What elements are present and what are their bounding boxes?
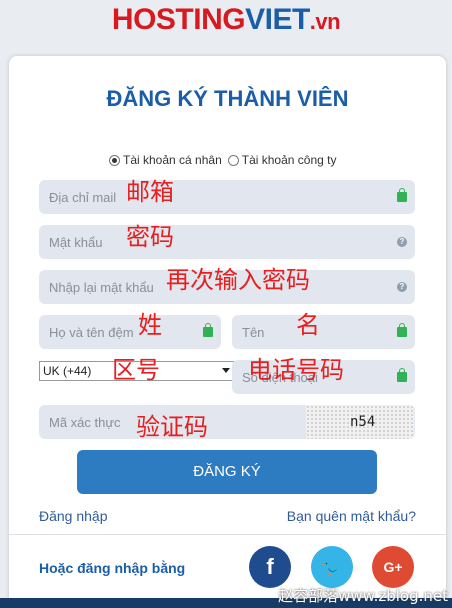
annotation-area-code: 区号: [112, 356, 160, 384]
password-placeholder: Mật khẩu: [49, 235, 103, 250]
logo-viet: VIET: [245, 3, 310, 36]
radio-personal-dot[interactable]: [109, 154, 120, 166]
register-button[interactable]: ĐĂNG KÝ: [77, 450, 377, 494]
confirm-password-placeholder: Nhập lại mật khẩu: [49, 280, 154, 295]
password-field[interactable]: Mật khẩu ?: [39, 225, 415, 259]
lock-icon: [397, 368, 407, 382]
facebook-icon: f: [266, 554, 274, 579]
country-code-value: UK (+44): [43, 364, 92, 378]
annotation-phone: 电话号码: [248, 356, 344, 384]
annotation-name: 名: [296, 311, 320, 339]
google-plus-button[interactable]: G+: [372, 546, 414, 588]
help-icon: ?: [397, 282, 407, 292]
social-login-label: Hoặc đăng nhập bằng: [39, 560, 186, 576]
annotation-surname: 姓: [138, 311, 162, 339]
chevron-down-icon: [222, 368, 230, 373]
page-title: ĐĂNG KÝ THÀNH VIÊN: [106, 86, 349, 111]
logo-hosting: HOSTING: [111, 3, 246, 36]
annotation-confirm: 再次输入密码: [166, 266, 310, 294]
captcha-code: n54: [350, 414, 376, 430]
lock-icon: [397, 188, 407, 202]
google-plus-icon: G+: [383, 559, 403, 575]
facebook-button[interactable]: f: [249, 546, 291, 588]
first-name-placeholder: Tên: [242, 325, 265, 340]
radio-company-dot[interactable]: [227, 154, 239, 166]
radio-company-label: Tài khoản công ty: [241, 153, 337, 167]
captcha-placeholder: Mã xác thực: [49, 415, 121, 430]
annotation-captcha: 验证码: [136, 413, 208, 441]
divider: [9, 534, 446, 535]
email-placeholder: Địa chỉ mail: [49, 190, 117, 205]
first-name-field[interactable]: Tên: [232, 315, 415, 349]
last-name-field[interactable]: Họ và tên đệm: [39, 315, 221, 349]
captcha-field[interactable]: Mã xác thực n54: [39, 405, 415, 439]
radio-company[interactable]: Tài khoản công ty: [227, 153, 337, 167]
captcha-image[interactable]: n54: [306, 405, 414, 439]
help-icon: ?: [397, 237, 407, 247]
account-type-group: Tài khoản cá nhân Tài khoản công ty: [109, 153, 336, 167]
annotation-email: 邮箱: [126, 178, 174, 206]
lock-icon: [397, 323, 407, 337]
email-field[interactable]: Địa chỉ mail: [39, 180, 415, 214]
logo[interactable]: HOSTINGVIET.vn: [0, 0, 452, 46]
annotation-password: 密码: [126, 223, 174, 251]
logo-vn: .vn: [309, 9, 341, 34]
lock-icon: [203, 323, 213, 337]
last-name-placeholder: Họ và tên đệm: [49, 325, 134, 340]
radio-personal-label: Tài khoản cá nhân: [123, 153, 222, 167]
twitter-icon: 🐦: [320, 557, 344, 577]
watermark: 赵容部落www.zblog.net: [278, 587, 448, 605]
forgot-password-link[interactable]: Bạn quên mật khẩu?: [287, 508, 416, 524]
twitter-button[interactable]: 🐦: [311, 546, 353, 588]
register-card: ĐĂNG KÝ THÀNH VIÊN Tài khoản cá nhân Tài…: [9, 56, 446, 608]
radio-personal[interactable]: Tài khoản cá nhân: [109, 153, 222, 167]
login-link[interactable]: Đăng nhập: [39, 508, 108, 524]
